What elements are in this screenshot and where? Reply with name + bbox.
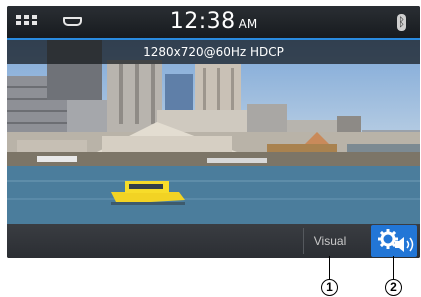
bluetooth-icon: ᛒ [397,14,406,31]
callout-1: 1 [321,279,338,296]
audio-settings-button[interactable] [371,225,417,257]
resolution-info: 1280x720@60Hz HDCP [7,40,420,64]
clock-ampm: AM [238,17,258,31]
video-area[interactable]: 1280x720@60Hz HDCP [7,40,420,224]
visual-button[interactable]: Visual [303,228,356,254]
bottom-bar: Visual [7,224,420,258]
clock: 12:38 AM [7,9,420,34]
clock-time: 12:38 [169,9,236,34]
status-bar: 12:38 AM ᛒ [7,6,420,40]
callout-1-line [329,256,330,279]
gear-speaker-icon [378,229,414,252]
video-scene [7,40,420,224]
head-unit-screen: 12:38 AM ᛒ 1280x720@60Hz HDCP Visual [7,6,420,258]
callout-2: 2 [385,279,402,296]
callout-2-line [393,256,394,279]
